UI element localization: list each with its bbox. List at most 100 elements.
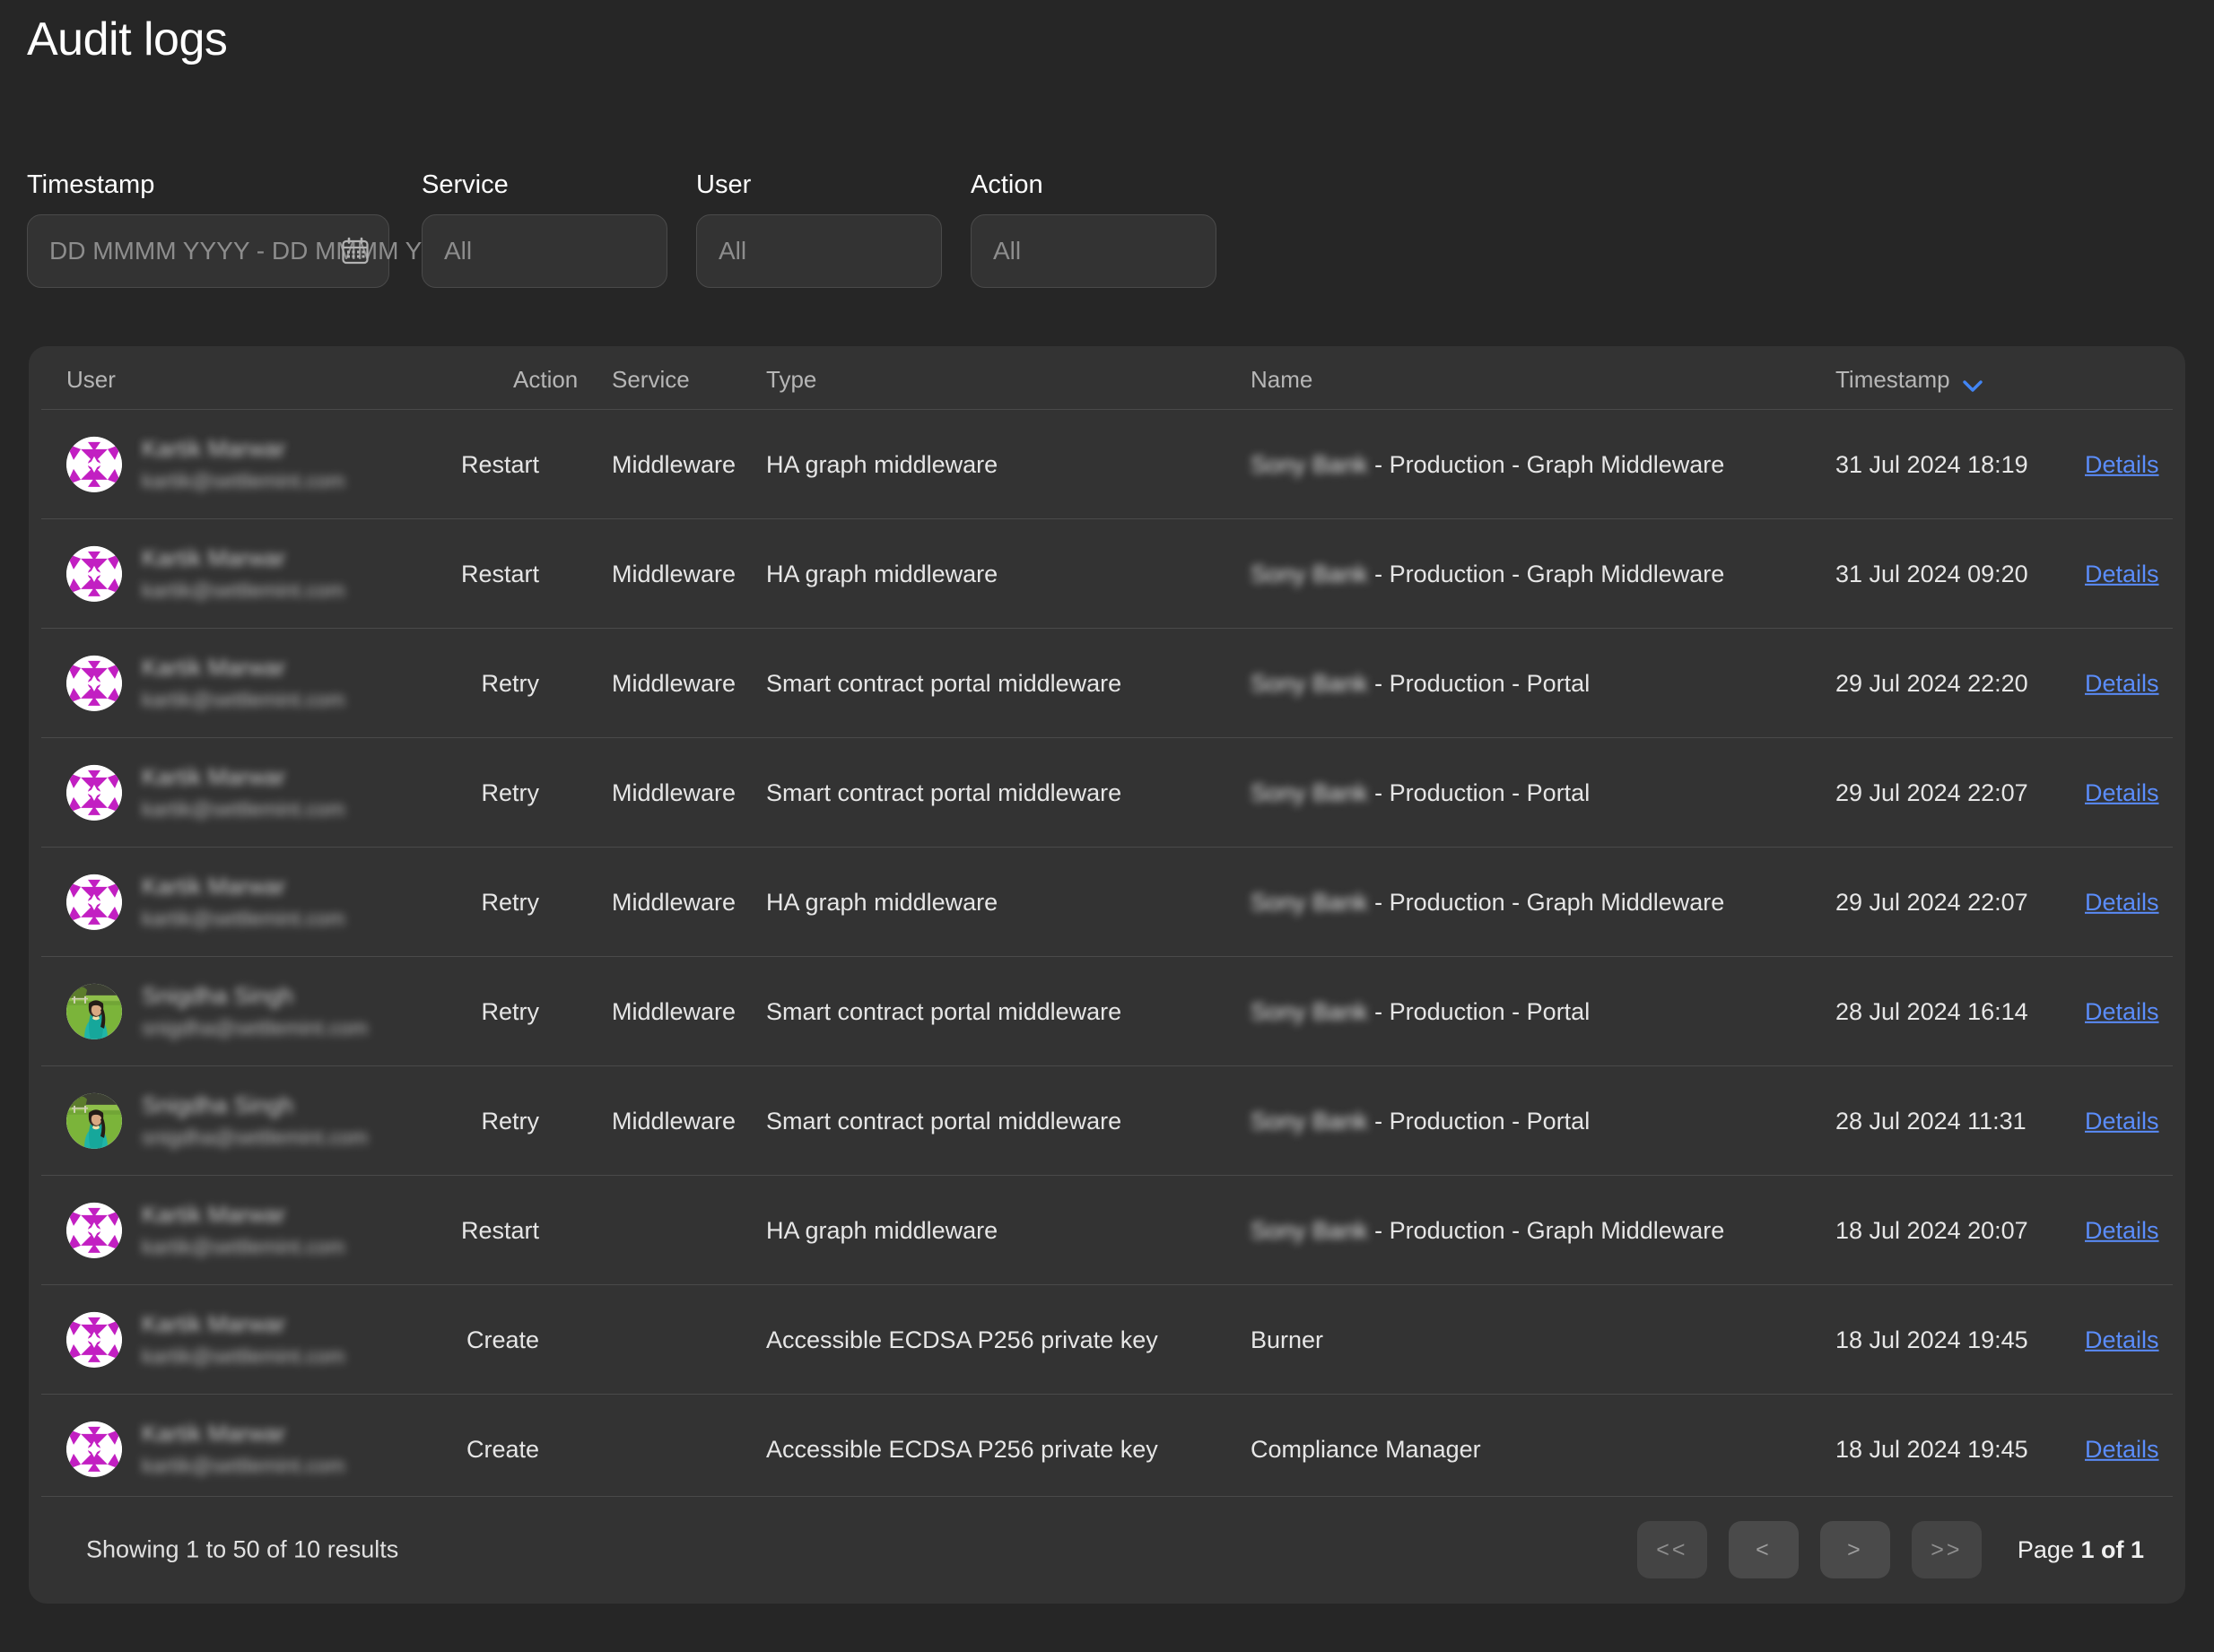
user-cell: Kartik Marwar kartik@settlemint.com (66, 763, 345, 821)
table-row[interactable]: Kartik Marwarkartik@settlemint.com Restar… (29, 519, 2185, 628)
cell-timestamp: 31 Jul 2024 09:20 (1835, 559, 2028, 587)
user-email: kartik@settlemint.com (142, 1235, 345, 1258)
cell-name: Sony Bank - Production - Portal (1251, 778, 1590, 806)
pagination-last-button[interactable]: >> (1912, 1521, 1982, 1578)
filter-action: Action All (971, 172, 1216, 288)
details-link[interactable]: Details (2085, 1107, 2159, 1134)
cell-timestamp: 18 Jul 2024 19:45 (1835, 1325, 2028, 1353)
name-suffix: Compliance Manager (1251, 1435, 1481, 1462)
column-header-service[interactable]: Service (612, 368, 690, 391)
details-link[interactable]: Details (2085, 1435, 2159, 1462)
details-cell: Details (2085, 668, 2159, 697)
table-row[interactable]: Snigdha Singhsnigdha@settlemint.com Retry… (29, 1066, 2185, 1175)
details-link[interactable]: Details (2085, 1216, 2159, 1243)
cell-name: Sony Bank - Production - Graph Middlewar… (1251, 887, 1724, 916)
user-cell: Kartik Marwarkartik@settlemint.com (66, 544, 345, 602)
cell-type: HA graph middleware (766, 449, 998, 478)
footer-divider (41, 1496, 2173, 1497)
details-cell: Details (2085, 778, 2159, 806)
table-row[interactable]: Snigdha Singhsnigdha@settlemint.comRetry… (29, 957, 2185, 1065)
user-identity: Snigdha Singhsnigdha@settlemint.com (142, 1091, 368, 1149)
avatar-identicon (66, 1421, 122, 1476)
cell-service: Middleware (612, 559, 736, 587)
column-header-action[interactable]: Action (513, 368, 578, 391)
cell-name: Sony Bank - Production - Portal (1251, 668, 1590, 697)
details-link[interactable]: Details (2085, 560, 2159, 587)
cell-timestamp: 31 Jul 2024 18:19 (1835, 449, 2028, 478)
timestamp-range-input[interactable]: DD MMMM YYYY - DD MMMM YYYY (27, 214, 389, 288)
details-cell: Details (2085, 559, 2159, 587)
page-indicator-value: 1 of 1 (2080, 1536, 2144, 1563)
user-cell: Kartik Marwarkartik@settlemint.com (66, 435, 345, 492)
cell-action: Retry (481, 668, 539, 697)
cell-action: Restart (461, 1215, 539, 1244)
pagination-next-button[interactable]: > (1820, 1521, 1890, 1578)
avatar-identicon (66, 764, 122, 820)
cell-name: Sony Bank - Production - Graph Middlewar… (1251, 1215, 1724, 1244)
cell-name: Sony Bank - Production - Graph Middlewar… (1251, 449, 1724, 478)
service-placeholder: All (444, 239, 472, 264)
user-select[interactable]: All (696, 214, 942, 288)
cell-action: Restart (461, 559, 539, 587)
name-suffix: Burner (1251, 1326, 1323, 1352)
details-link[interactable]: Details (2085, 888, 2159, 915)
table-row[interactable]: Kartik Marwarkartik@settlemint.comCreate… (29, 1395, 2185, 1503)
user-name: Kartik Marwar (142, 1310, 345, 1337)
details-cell: Details (2085, 1434, 2159, 1463)
table-row[interactable]: Kartik Marwarkartik@settlemint.com Restar… (29, 410, 2185, 518)
user-name: Kartik Marwar (142, 654, 345, 681)
redacted-tenant-name: Sony Bank (1251, 996, 1368, 1025)
column-header-timestamp[interactable]: Timestamp (1835, 368, 1983, 391)
redacted-tenant-name: Sony Bank (1251, 668, 1368, 697)
results-summary: Showing 1 to 50 of 10 results (86, 1536, 398, 1564)
cell-service: Middleware (612, 887, 736, 916)
cell-service: Middleware (612, 778, 736, 806)
details-link[interactable]: Details (2085, 669, 2159, 696)
user-email: kartik@settlemint.com (142, 907, 345, 930)
table-row[interactable]: Kartik Marwarkartik@settlemint.comRetryM… (29, 848, 2185, 956)
user-cell: Snigdha Singhsnigdha@settlemint.com (66, 1091, 368, 1149)
calendar-icon[interactable] (342, 238, 369, 265)
user-name: Kartik Marwar (142, 1420, 345, 1447)
filter-timestamp-label: Timestamp (27, 172, 389, 198)
cell-action: Restart (461, 449, 539, 478)
avatar-identicon (66, 655, 122, 710)
table-row[interactable]: Kartik Marwarkartik@settlemint.com Restar… (29, 1176, 2185, 1284)
user-name: Kartik Marwar (142, 763, 345, 790)
avatar-identicon (66, 436, 122, 491)
cell-action: Retry (481, 1106, 539, 1135)
details-link[interactable]: Details (2085, 1326, 2159, 1352)
details-link[interactable]: Details (2085, 450, 2159, 477)
name-suffix: - Production - Portal (1368, 1107, 1591, 1134)
details-cell: Details (2085, 1215, 2159, 1244)
column-header-type[interactable]: Type (766, 368, 816, 391)
user-cell: Kartik Marwarkartik@settlemint.com (66, 1310, 345, 1368)
audit-log-table-card: User Action Service Type Name Timestamp … (29, 346, 2185, 1604)
chevron-down-icon[interactable] (1963, 373, 1983, 386)
details-link[interactable]: Details (2085, 997, 2159, 1024)
details-link[interactable]: Details (2085, 778, 2159, 805)
action-select[interactable]: All (971, 214, 1216, 288)
table-row[interactable]: Kartik Marwarkartik@settlemint.comRetryM… (29, 629, 2185, 737)
user-email: kartik@settlemint.com (142, 688, 345, 711)
name-suffix: - Production - Graph Middleware (1368, 450, 1725, 477)
cell-timestamp: 29 Jul 2024 22:07 (1835, 887, 2028, 916)
table-row[interactable]: Kartik Marwar kartik@settlemint.com Retry M… (29, 738, 2185, 847)
user-email: kartik@settlemint.com (142, 797, 345, 821)
service-select[interactable]: All (422, 214, 667, 288)
table-row[interactable]: Kartik Marwarkartik@settlemint.com Create… (29, 1285, 2185, 1394)
pagination-prev-button[interactable]: < (1729, 1521, 1799, 1578)
user-identity: Kartik Marwarkartik@settlemint.com (142, 544, 345, 602)
cell-service: Middleware (612, 996, 736, 1025)
cell-action: Create (466, 1325, 539, 1353)
cell-type: Smart contract portal middleware (766, 668, 1121, 697)
column-header-name[interactable]: Name (1251, 368, 1312, 391)
user-identity: Kartik Marwarkartik@settlemint.com (142, 1201, 345, 1258)
user-email: snigdha@settlemint.com (142, 1016, 368, 1039)
pagination-first-button[interactable]: << (1637, 1521, 1707, 1578)
user-cell: Snigdha Singhsnigdha@settlemint.com (66, 982, 368, 1039)
cell-timestamp: 28 Jul 2024 16:14 (1835, 996, 2028, 1025)
column-header-user[interactable]: User (66, 368, 116, 391)
cell-action: Retry (481, 778, 539, 806)
avatar-identicon (66, 1311, 122, 1367)
